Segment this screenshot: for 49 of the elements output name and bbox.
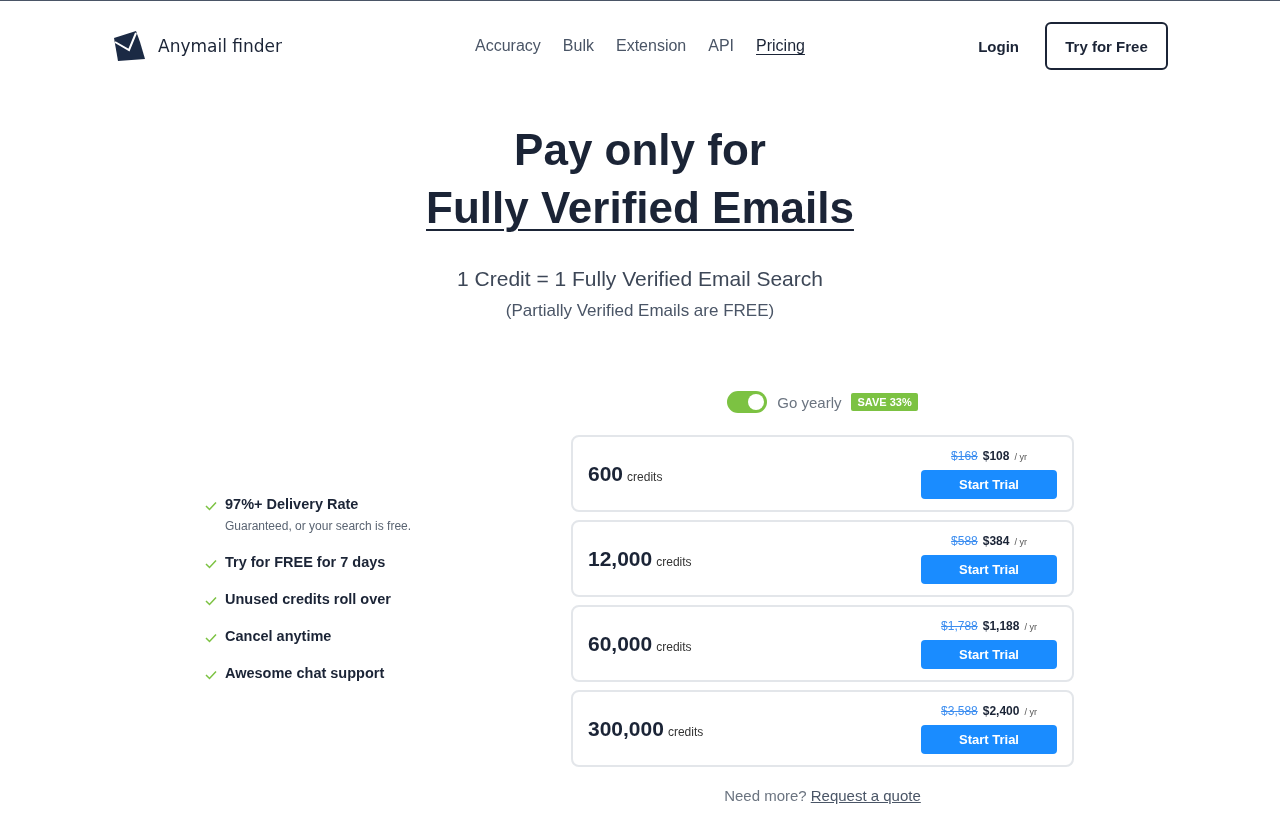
check-icon: [205, 633, 217, 643]
hero-subtitle: 1 Credit = 1 Fully Verified Email Search: [456, 267, 824, 291]
feature-title: Awesome chat support: [225, 665, 385, 681]
feature-title: Cancel anytime: [225, 628, 332, 644]
hero-title-highlight: Fully Verified Emails: [426, 182, 854, 234]
credits-amount: 600: [588, 461, 624, 485]
credits-unit: credits: [656, 639, 692, 654]
credits-unit: credits: [656, 554, 692, 569]
login-link[interactable]: Login: [978, 37, 1019, 55]
credits-unit: credits: [667, 724, 704, 739]
check-icon: [205, 596, 217, 606]
envelope-logo-icon: [112, 30, 146, 62]
nav-link[interactable]: Extension: [615, 37, 687, 55]
feature-title: 97%+ Delivery Rate: [225, 496, 360, 512]
old-price: $1,788: [941, 618, 978, 633]
old-price: $3,588: [941, 703, 978, 718]
feature-title: Try for FREE for 7 days: [225, 554, 386, 570]
feature-note: Guaranteed, or your search is free.: [225, 519, 412, 533]
try-free-button[interactable]: Try for Free: [1045, 22, 1168, 70]
check-icon: [205, 559, 217, 569]
price-period: / yr: [1014, 451, 1027, 462]
request-quote-link[interactable]: Request a quote: [810, 787, 921, 804]
toggle-label: Go yearly: [777, 393, 842, 411]
price: $384: [982, 533, 1010, 548]
nav-link[interactable]: API: [708, 37, 735, 55]
check-icon: [205, 501, 217, 511]
nav-link[interactable]: Accuracy: [475, 37, 541, 55]
price: $1,188: [982, 618, 1020, 633]
credits-amount: 60,000: [588, 631, 653, 655]
price: $2,400: [982, 703, 1020, 718]
feature-title: Unused credits roll over: [225, 591, 391, 607]
price: $108: [982, 448, 1010, 463]
credits-amount: 300,000: [588, 716, 664, 740]
check-icon: [205, 670, 217, 680]
price-period: / yr: [1024, 621, 1037, 632]
nav-link[interactable]: Pricing: [756, 37, 805, 55]
save-badge: SAVE 33%: [851, 393, 918, 411]
hero-title: Pay only for: [513, 124, 767, 176]
nav-link[interactable]: Bulk: [562, 37, 594, 55]
brand-name: Anymail finder: [158, 36, 282, 56]
price-period: / yr: [1024, 706, 1037, 717]
price-period: / yr: [1014, 536, 1027, 547]
credits-unit: credits: [627, 469, 663, 484]
need-more-text: Need more?: [724, 787, 807, 804]
old-price: $588: [951, 533, 978, 548]
hero-note: (Partially Verified Emails are FREE): [504, 301, 776, 321]
old-price: $168: [951, 448, 978, 463]
yearly-toggle[interactable]: [727, 391, 768, 413]
credits-amount: 12,000: [588, 546, 653, 570]
